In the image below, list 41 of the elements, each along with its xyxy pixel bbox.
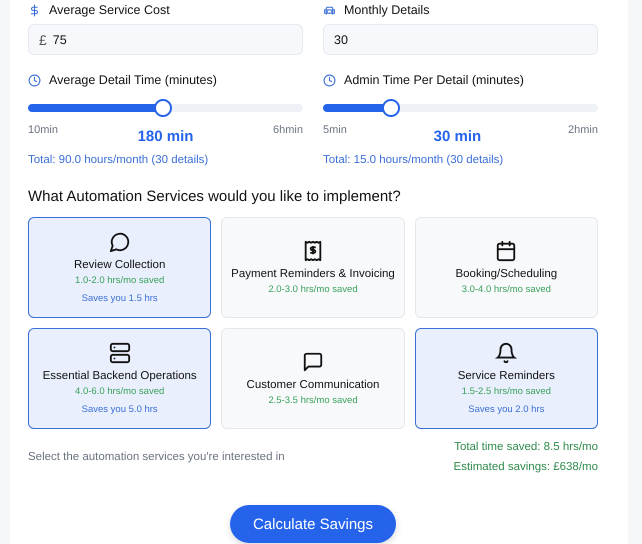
- dollar-icon: [28, 4, 41, 16]
- input-value: 75: [52, 32, 67, 46]
- input-field[interactable]: 30: [323, 24, 598, 55]
- message-icon: [302, 351, 324, 373]
- calendar-icon: [495, 240, 518, 262]
- slider-track[interactable]: [28, 99, 303, 117]
- slider-value: 180 min: [138, 128, 194, 145]
- section-heading: What Automation Services would you like to implement?: [28, 188, 402, 205]
- hint-text: Select the automation services you're interested in: [28, 451, 285, 463]
- chat-bubble-icon: [108, 231, 131, 253]
- total-hours: Total: 15.0 hours/month (30 details): [323, 154, 504, 166]
- currency-symbol: £: [39, 32, 47, 48]
- slider-label: Admin Time Per Detail (minutes): [344, 73, 524, 87]
- server-icon: [108, 342, 131, 364]
- slider-thumb[interactable]: [382, 99, 400, 117]
- service-card[interactable]: Review Collection 1.0-2.0 hrs/mo saved Saves you 1.5 hrs: [28, 217, 212, 318]
- slider-max: 2hmin: [568, 124, 598, 136]
- field-label: Average Service Cost: [49, 3, 170, 17]
- bell-icon: [495, 342, 518, 364]
- input-field[interactable]: £ 75: [28, 24, 303, 55]
- clock-icon: [28, 74, 41, 86]
- slider-value: 30 min: [434, 128, 482, 145]
- savings-summary: Total time saved: 8.5 hrs/mo: [454, 440, 598, 455]
- slider-thumb[interactable]: [154, 99, 172, 117]
- calculate-button[interactable]: Calculate Savings: [230, 505, 396, 543]
- service-card[interactable]: Service Reminders 1.5-2.5 hrs/mo saved Saves you 2.0 hrs: [414, 328, 598, 429]
- service-card[interactable]: Booking/Scheduling 3.0-4.0 hrs/mo saved: [414, 217, 598, 318]
- slider-label: Average Detail Time (minutes): [49, 73, 217, 87]
- slider-max: 6hmin: [273, 124, 303, 136]
- service-card[interactable]: Payment Reminders & Invoicing 2.0-3.0 hrs/mo saved: [221, 217, 405, 318]
- slider-min: 5min: [323, 124, 347, 136]
- savings-summary: Estimated savings: £638/mo: [454, 460, 598, 475]
- field-label: Monthly Details: [344, 3, 430, 17]
- service-card[interactable]: Essential Backend Operations 4.0-6.0 hrs/mo saved Saves you 5.0 hrs: [28, 328, 212, 429]
- total-hours: Total: 90.0 hours/month (30 details): [28, 154, 210, 166]
- input-value: 30: [334, 32, 348, 46]
- service-card[interactable]: Customer Communication 2.5-3.5 hrs/mo saved: [221, 328, 405, 429]
- car-icon: [323, 4, 336, 16]
- clock-icon: [323, 74, 336, 86]
- slider-track[interactable]: [323, 99, 598, 117]
- slider-min: 10min: [28, 124, 58, 136]
